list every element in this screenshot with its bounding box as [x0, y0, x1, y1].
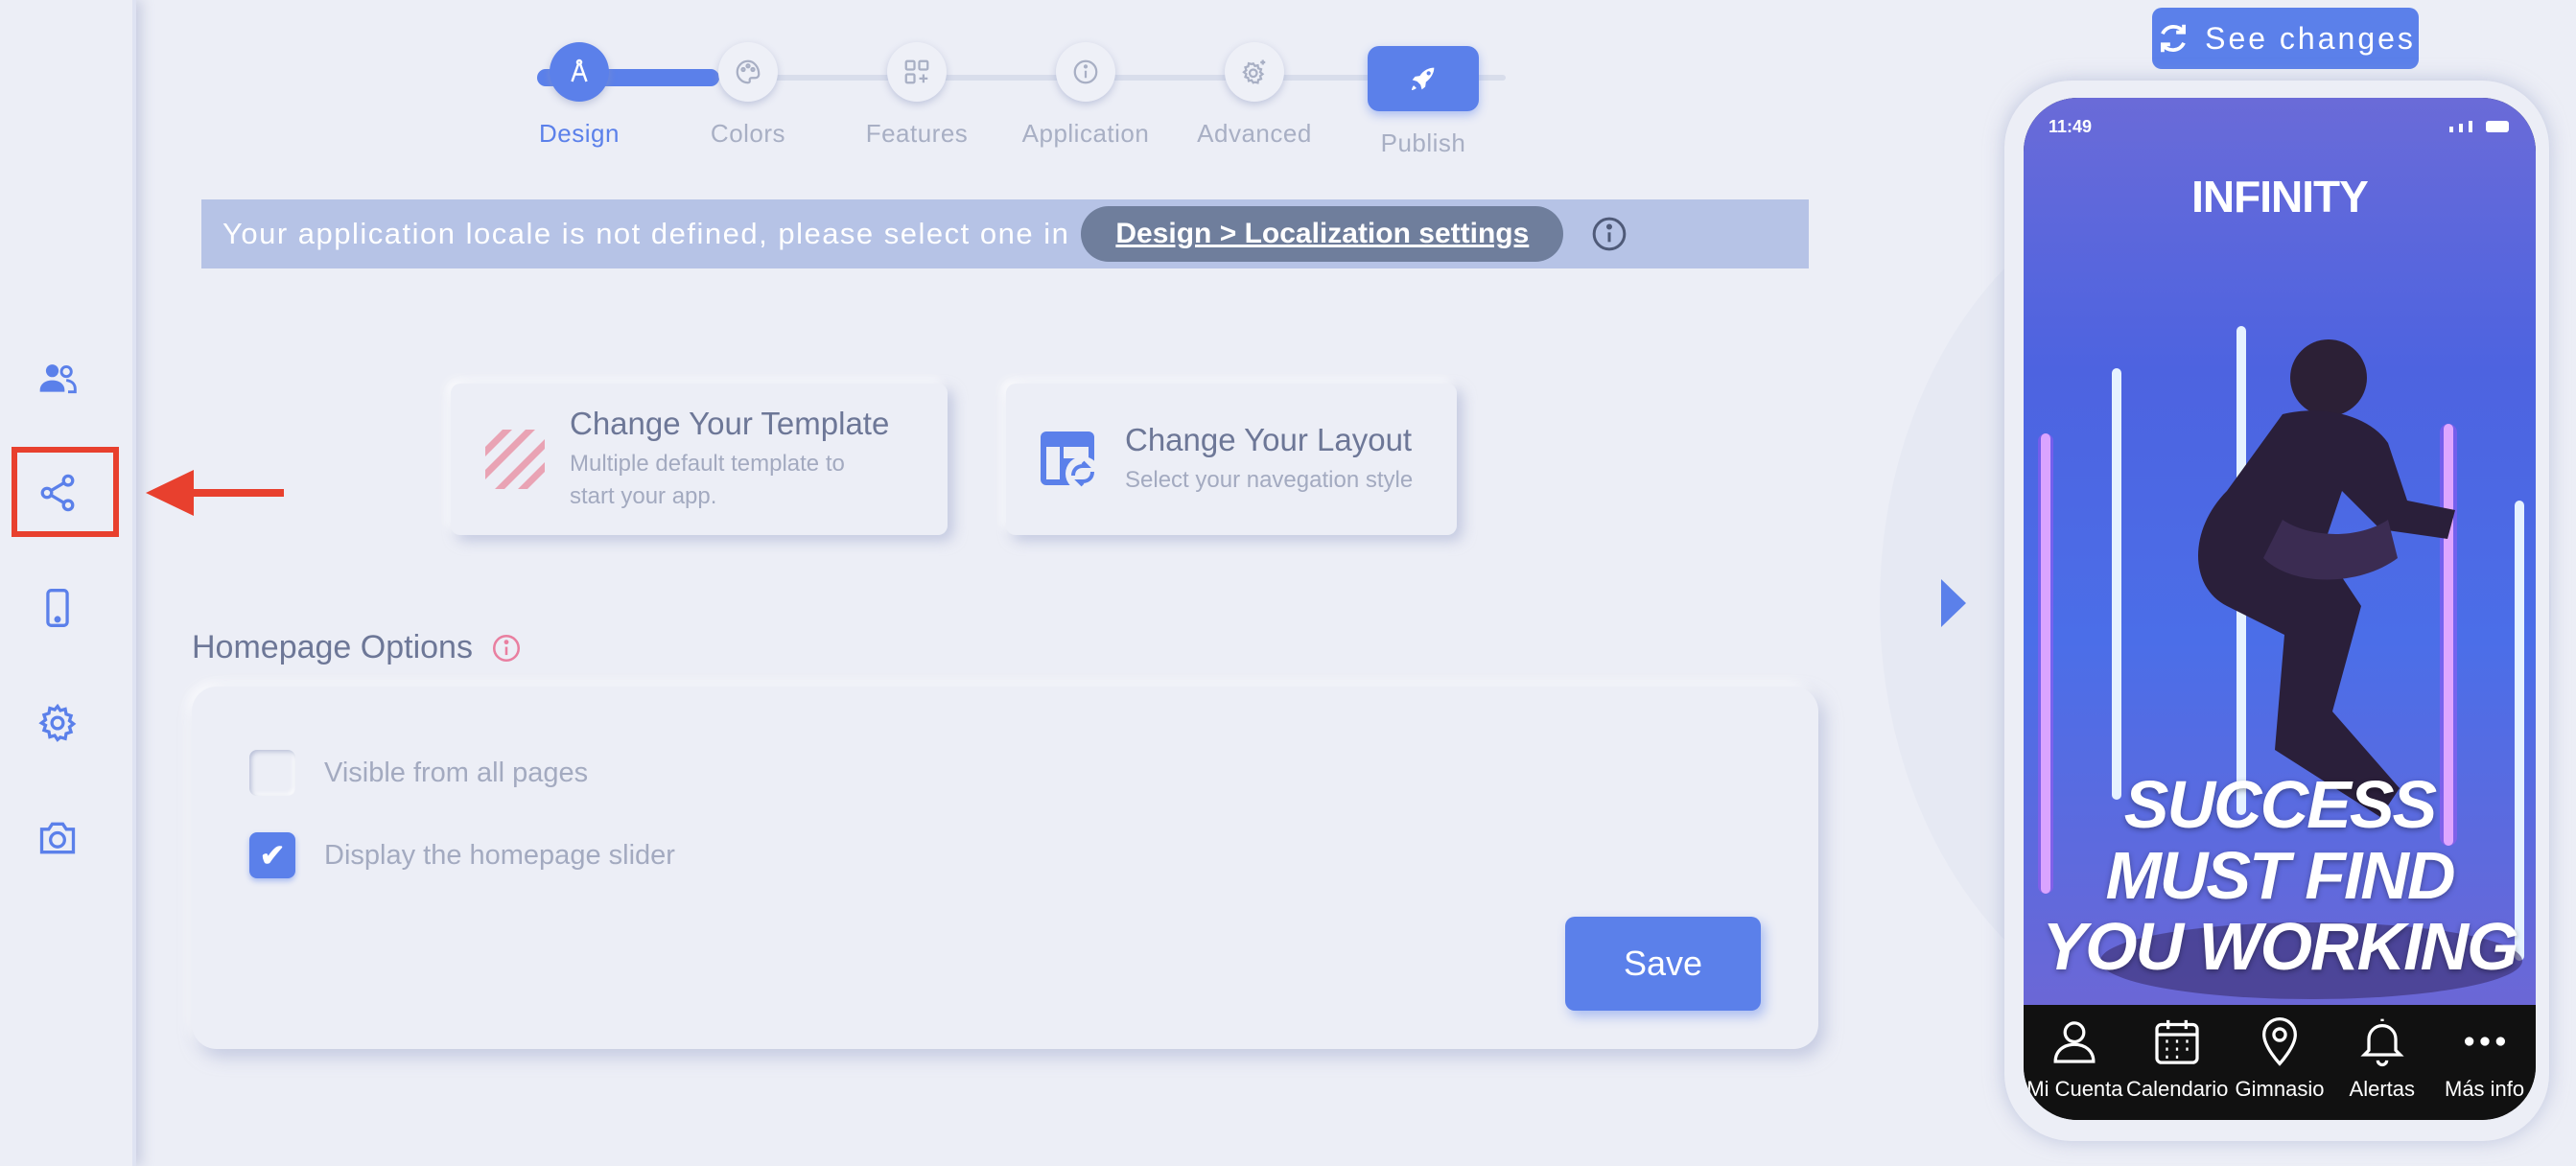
option-label: Visible from all pages [324, 757, 589, 788]
more-dots-icon [2464, 1037, 2505, 1046]
app-tab-bar: Mi Cuenta Calendario Gimnasio Alertas Má… [2024, 1005, 2536, 1120]
save-button[interactable]: Save [1565, 917, 1761, 1011]
rocket-icon [1368, 46, 1479, 111]
tab-alertas[interactable]: Alertas [2330, 1005, 2433, 1120]
grid-plus-icon [887, 42, 947, 102]
location-pin-icon [2262, 1017, 2297, 1066]
camera-icon[interactable] [27, 807, 88, 869]
slogan-line: YOU WORKING [2042, 909, 2518, 984]
step-label: Features [865, 119, 969, 148]
bell-icon [2360, 1018, 2404, 1067]
tab-mi-cuenta[interactable]: Mi Cuenta [2024, 1005, 2126, 1120]
step-label: Colors [710, 119, 786, 148]
step-label: Application [1021, 119, 1150, 148]
tab-mas-info[interactable]: Más info [2433, 1005, 2536, 1120]
users-icon[interactable] [27, 347, 88, 408]
localization-settings-link[interactable]: Design > Localization settings [1081, 206, 1564, 262]
tab-gimnasio[interactable]: Gimnasio [2229, 1005, 2331, 1120]
banner-text: Your application locale is not defined, … [222, 217, 1070, 250]
homepage-options-heading: Homepage Options [192, 629, 523, 666]
step-publish[interactable]: Publish [1337, 46, 1510, 158]
tab-label: Alertas [2349, 1077, 2416, 1101]
option-homepage-slider[interactable]: ✔ Display the homepage slider [249, 832, 675, 878]
card-subtitle: Select your navegation style [1125, 467, 1414, 493]
layout-swap-icon [1041, 431, 1100, 491]
tab-label: Mi Cuenta [2026, 1077, 2123, 1101]
card-title: Change Your Layout [1125, 422, 1413, 457]
phone-icon[interactable] [27, 577, 88, 639]
step-label: Advanced [1197, 119, 1312, 148]
tab-label: Más info [2445, 1077, 2525, 1101]
collapse-arrow-icon[interactable] [1939, 577, 1968, 629]
red-arrow-icon [146, 470, 284, 516]
tab-calendario[interactable]: Calendario [2126, 1005, 2229, 1120]
card-subtitle: Multiple default template to start your … [570, 451, 845, 509]
checkbox[interactable] [249, 750, 295, 796]
option-label: Display the homepage slider [324, 839, 675, 871]
info-icon [1056, 42, 1115, 102]
phone-preview: 11:49 INFINITY SUCCESS MUST FIND YOU WOR… [2024, 98, 2536, 1120]
slogan-line: MUST FIND [2105, 838, 2455, 913]
person-icon [2053, 1021, 2096, 1063]
refresh-icon [2161, 24, 2187, 53]
sidebar [0, 0, 136, 1166]
app-slogan: SUCCESS MUST FIND YOU WORKING [2024, 769, 2536, 982]
status-time: 11:49 [2049, 117, 2093, 136]
step-label: Design [539, 119, 620, 148]
step-features[interactable]: Features [831, 42, 1003, 149]
app-brand: INFINITY [2191, 172, 2369, 222]
slogan-line: SUCCESS [2123, 767, 2437, 842]
option-visible-all-pages[interactable]: Visible from all pages [249, 750, 588, 796]
step-colors[interactable]: Colors [662, 42, 834, 149]
info-icon[interactable] [490, 632, 523, 665]
homepage-options-panel: Visible from all pages ✔ Display the hom… [192, 687, 1818, 1049]
locale-banner: Your application locale is not defined, … [201, 199, 1809, 268]
card-title: Change Your Template [570, 406, 890, 441]
see-changes-label: See changes [2205, 20, 2416, 56]
info-icon[interactable] [1590, 215, 1628, 253]
gear-sparkle-icon [1225, 42, 1284, 102]
app-splash-image: 11:49 INFINITY SUCCESS MUST FIND YOU WOR… [2024, 98, 2536, 1005]
step-design[interactable]: Design [493, 42, 666, 149]
calendar-icon [2155, 1019, 2199, 1064]
step-application[interactable]: Application [999, 42, 1172, 149]
change-layout-card[interactable]: Change Your Layout Select your navegatio… [1006, 384, 1457, 535]
check-icon: ✔ [259, 838, 286, 873]
status-icons [2449, 119, 2509, 132]
gear-icon[interactable] [27, 692, 88, 754]
step-label: Publish [1380, 128, 1466, 157]
see-changes-button[interactable]: See changes [2152, 8, 2419, 69]
highlight-box [12, 447, 119, 537]
change-template-card[interactable]: Change Your Template Multiple default te… [451, 384, 948, 535]
stepper: Design Colors Features Application Advan… [537, 38, 1515, 163]
palette-icon [718, 42, 778, 102]
compass-icon [550, 42, 609, 102]
tab-label: Gimnasio [2235, 1077, 2325, 1101]
checkbox-checked[interactable]: ✔ [249, 832, 295, 878]
section-title: Homepage Options [192, 629, 473, 665]
step-advanced[interactable]: Advanced [1168, 42, 1341, 149]
tab-label: Calendario [2125, 1077, 2229, 1101]
template-stripes-icon [485, 430, 545, 489]
